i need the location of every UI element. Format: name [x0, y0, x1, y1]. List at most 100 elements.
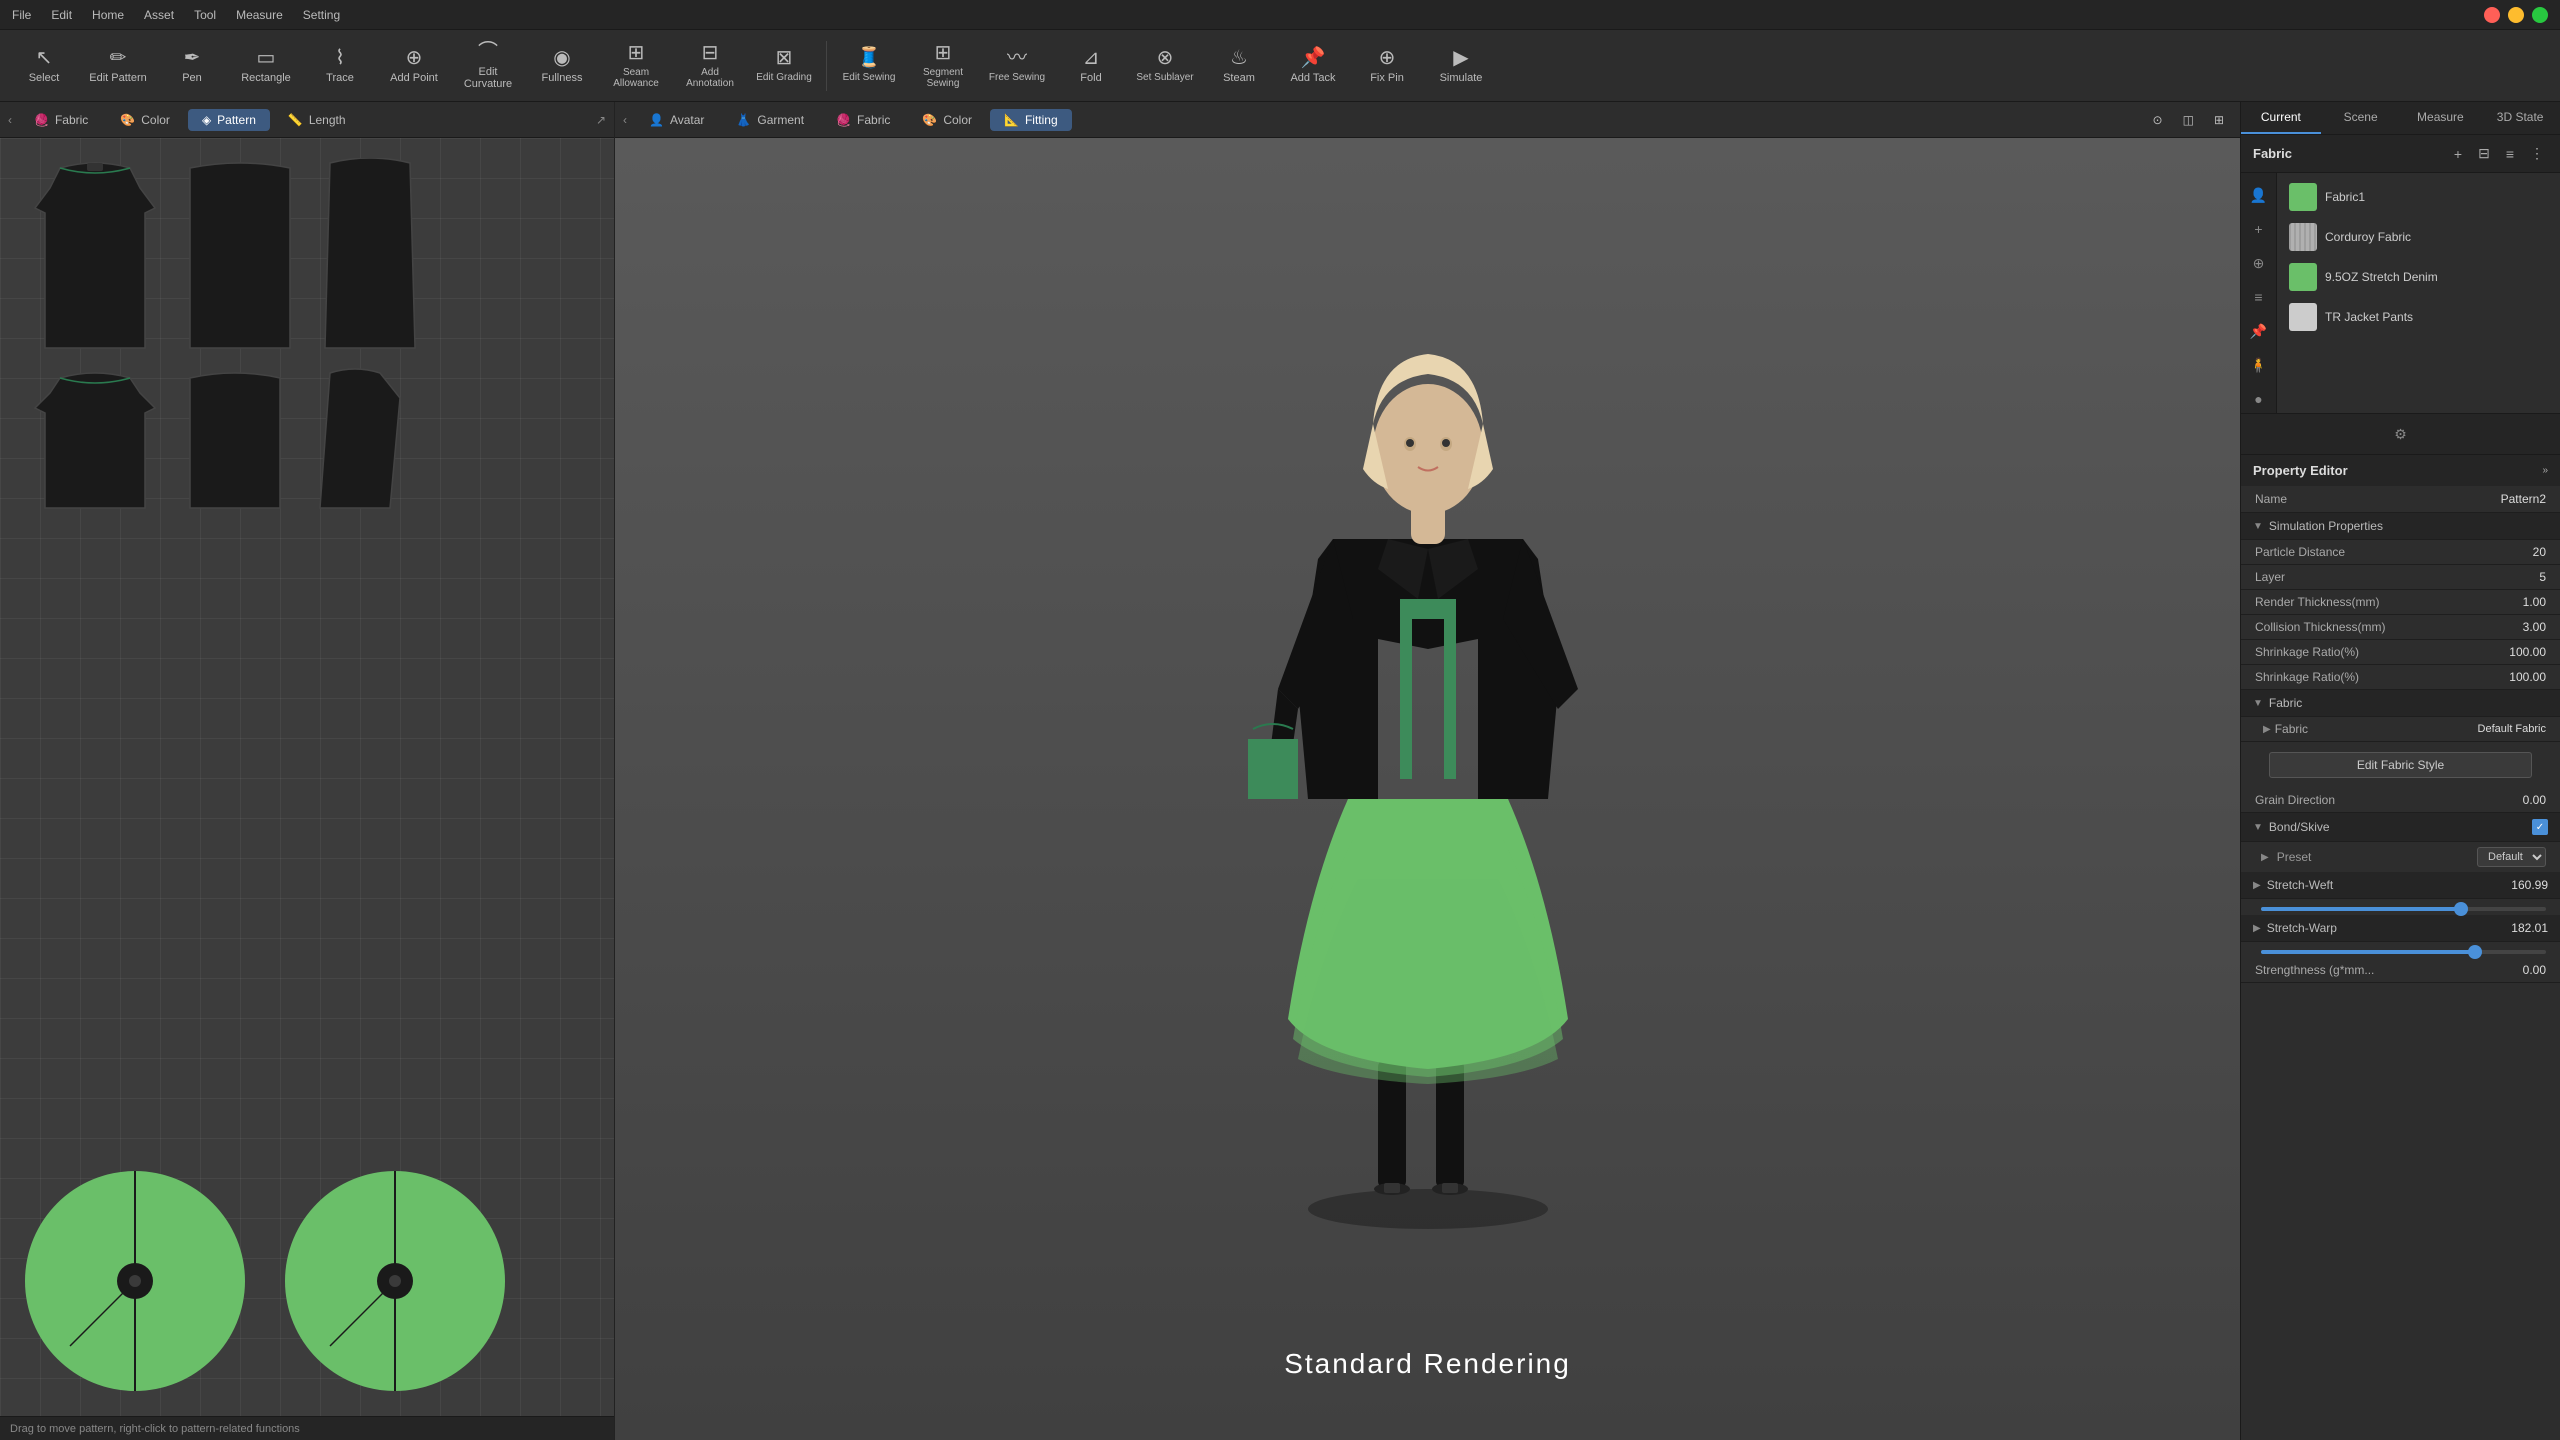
simulation-properties-section[interactable]: ▼ Simulation Properties: [2241, 513, 2560, 540]
settings-icon[interactable]: ⚙: [2387, 420, 2415, 448]
pattern-piece-5[interactable]: [180, 368, 290, 518]
toolbar: ↖ Select ✏ Edit Pattern ✒ Pen ▭ Rectangl…: [0, 30, 2560, 102]
fabric-options-button[interactable]: ⋮: [2526, 143, 2548, 164]
add-tack-tool[interactable]: 📌 Add Tack: [1277, 32, 1349, 100]
shrinkage-ratio-y-value[interactable]: 100.00: [2509, 670, 2546, 684]
edit-fabric-style-button[interactable]: Edit Fabric Style: [2269, 752, 2532, 778]
menu-file[interactable]: File: [12, 8, 31, 22]
tab-measure[interactable]: Measure: [2401, 102, 2481, 134]
pattern-workspace[interactable]: [0, 138, 614, 1416]
menu-tool[interactable]: Tool: [194, 8, 216, 22]
menu-asset[interactable]: Asset: [144, 8, 174, 22]
tab-fabric[interactable]: 🧶 Fabric: [20, 109, 102, 131]
fabric-type-row: ▶ Fabric Default Fabric: [2241, 717, 2560, 742]
view-render-btn[interactable]: ⊙: [2145, 109, 2171, 131]
segment-sewing-tool[interactable]: ⊞ Segment Sewing: [907, 32, 979, 100]
pen-tool[interactable]: ✒ Pen: [156, 32, 228, 100]
circle-pattern-1[interactable]: [20, 1166, 250, 1396]
select-tool[interactable]: ↖ Select: [8, 32, 80, 100]
tab-length[interactable]: 📏 Length: [274, 109, 360, 131]
add-point-tool[interactable]: ⊕ Add Point: [378, 32, 450, 100]
fabric-item-fabric1[interactable]: Fabric1: [2281, 177, 2556, 217]
side-link-icon[interactable]: ⊕: [2245, 249, 2273, 277]
tab-color[interactable]: 🎨 Color: [106, 109, 184, 131]
side-add-icon[interactable]: +: [2245, 215, 2273, 243]
tab-garment[interactable]: 👗 Garment: [722, 109, 818, 131]
simulate-tool[interactable]: ▶ Simulate: [1425, 32, 1497, 100]
edit-grading-tool[interactable]: ⊠ Edit Grading: [748, 32, 820, 100]
bond-skive-toggle-button[interactable]: ✓: [2532, 819, 2548, 835]
collision-thickness-value[interactable]: 3.00: [2523, 620, 2546, 634]
fabric-name-1: Fabric1: [2325, 190, 2365, 204]
view-mode-btn[interactable]: ⊞: [2206, 109, 2232, 131]
menu-edit[interactable]: Edit: [51, 8, 72, 22]
close-button[interactable]: [2484, 7, 2500, 23]
fix-pin-tool[interactable]: ⊕ Fix Pin: [1351, 32, 1423, 100]
stretch-warp-slider-track[interactable]: [2261, 950, 2546, 954]
expand-icon[interactable]: ↗: [596, 113, 606, 127]
edit-pattern-tool[interactable]: ✏ Edit Pattern: [82, 32, 154, 100]
edit-sewing-tool[interactable]: 🧵 Edit Sewing: [833, 32, 905, 100]
tab-3d-state[interactable]: 3D State: [2480, 102, 2560, 134]
tab-fitting[interactable]: 📐 Fitting: [990, 109, 1072, 131]
pattern-piece-6[interactable]: [310, 368, 410, 518]
chevron-left-icon[interactable]: ‹: [8, 113, 12, 127]
fold-tool[interactable]: ⊿ Fold: [1055, 32, 1127, 100]
layer-value[interactable]: 5: [2539, 570, 2546, 584]
grain-direction-value[interactable]: 0.00: [2523, 793, 2546, 807]
fabric-item-corduroy[interactable]: Corduroy Fabric: [2281, 217, 2556, 257]
side-avatar2-icon[interactable]: 🧍: [2245, 351, 2273, 379]
shrinkage-ratio-x-value[interactable]: 100.00: [2509, 645, 2546, 659]
tab-current[interactable]: Current: [2241, 102, 2321, 134]
menu-measure[interactable]: Measure: [236, 8, 283, 22]
rectangle-tool[interactable]: ▭ Rectangle: [230, 32, 302, 100]
particle-distance-value[interactable]: 20: [2533, 545, 2546, 559]
strengthness-value[interactable]: 0.00: [2523, 963, 2546, 977]
fabric-item-stretch-denim[interactable]: 9.5OZ Stretch Denim: [2281, 257, 2556, 297]
set-sublayer-tool[interactable]: ⊗ Set Sublayer: [1129, 32, 1201, 100]
stretch-weft-slider-track[interactable]: [2261, 907, 2546, 911]
view-wireframe-btn[interactable]: ◫: [2175, 109, 2202, 131]
bond-skive-section[interactable]: ▼ Bond/Skive ✓: [2241, 813, 2560, 842]
side-dot-icon[interactable]: ●: [2245, 385, 2273, 413]
tab-pattern[interactable]: ◈ Pattern: [188, 109, 270, 131]
pattern-piece-1[interactable]: [30, 158, 160, 358]
edit-curvature-tool[interactable]: ⌒ Edit Curvature: [452, 32, 524, 100]
maximize-button[interactable]: [2532, 7, 2548, 23]
render-thickness-value[interactable]: 1.00: [2523, 595, 2546, 609]
fullness-tool[interactable]: ◉ Fullness: [526, 32, 598, 100]
center-collapse-left[interactable]: ‹: [623, 113, 627, 127]
steam-tool[interactable]: ♨ Steam: [1203, 32, 1275, 100]
fabric-list-view-button[interactable]: ≡: [2502, 144, 2518, 164]
property-editor-header[interactable]: Property Editor »: [2241, 455, 2560, 486]
trace-tool[interactable]: ⌇ Trace: [304, 32, 376, 100]
menu-setting[interactable]: Setting: [303, 8, 340, 22]
menu-home[interactable]: Home: [92, 8, 124, 22]
fabric-item-tr-jacket[interactable]: TR Jacket Pants: [2281, 297, 2556, 337]
free-sewing-tool[interactable]: 〰 Free Sewing: [981, 32, 1053, 100]
tab-scene[interactable]: Scene: [2321, 102, 2401, 134]
side-pin-icon[interactable]: 📌: [2245, 317, 2273, 345]
stretch-weft-section[interactable]: ▶ Stretch-Weft 160.99: [2241, 872, 2560, 899]
pattern-piece-3[interactable]: [320, 158, 420, 358]
pattern-piece-2[interactable]: [180, 158, 300, 358]
fabric-subsection[interactable]: ▼ Fabric: [2241, 690, 2560, 717]
trace-icon: ⌇: [335, 48, 345, 68]
add-annotation-tool[interactable]: ⊟ Add Annotation: [674, 32, 746, 100]
stretch-warp-section[interactable]: ▶ Stretch-Warp 182.01: [2241, 915, 2560, 942]
circle-pattern-2[interactable]: [280, 1166, 510, 1396]
3d-viewport[interactable]: Standard Rendering: [615, 138, 2240, 1440]
tab-color-3d[interactable]: 🎨 Color: [908, 109, 986, 131]
stretch-warp-slider-thumb[interactable]: [2468, 945, 2482, 959]
preset-select[interactable]: Default: [2477, 847, 2546, 867]
tab-avatar[interactable]: 👤 Avatar: [635, 109, 718, 131]
side-avatar-icon[interactable]: 👤: [2245, 181, 2273, 209]
fabric-grid-view-button[interactable]: ⊟: [2474, 143, 2494, 164]
add-fabric-button[interactable]: +: [2450, 144, 2466, 164]
pattern-piece-4[interactable]: [30, 368, 160, 518]
seam-allowance-tool[interactable]: ⊞ Seam Allowance: [600, 32, 672, 100]
minimize-button[interactable]: [2508, 7, 2524, 23]
stretch-weft-slider-thumb[interactable]: [2454, 902, 2468, 916]
tab-fabric-3d[interactable]: 🧶 Fabric: [822, 109, 904, 131]
side-layers-icon[interactable]: ≡: [2245, 283, 2273, 311]
